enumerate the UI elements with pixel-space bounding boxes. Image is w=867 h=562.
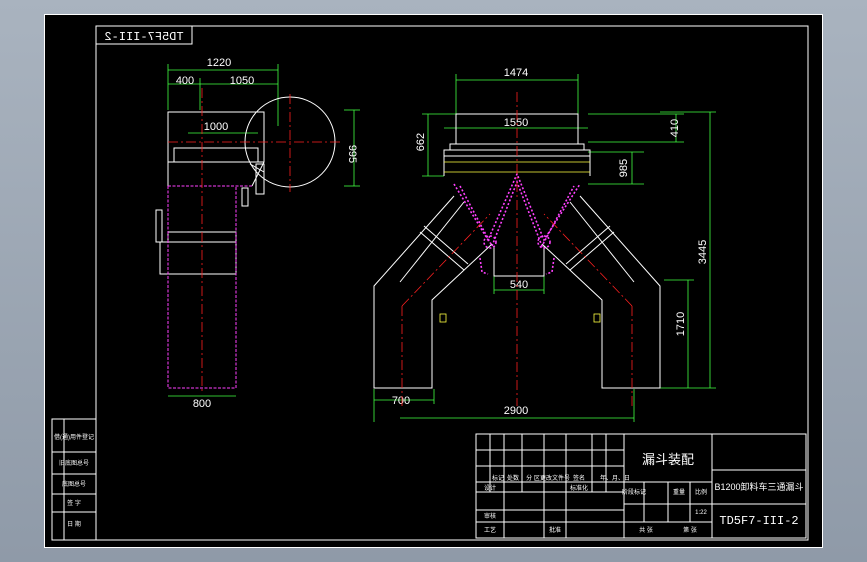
dim-800: 800 — [193, 398, 211, 410]
dim-1050: 1050 — [230, 75, 254, 87]
outer-border — [44, 14, 823, 548]
tb-approve: 批准 — [549, 526, 561, 534]
tb-standardize: 标准化 — [570, 484, 588, 492]
mirrored-drawing-number: TD5F7-III-2 — [104, 30, 183, 44]
tb-ratio: 比例 — [695, 488, 707, 496]
tb-sheets-total: 共 张 — [639, 526, 653, 534]
dim-410: 410 — [669, 119, 681, 137]
title-block: 标记 处数 分 区 更改文件号 签名 年、月、日 设计 标准化 审核 工艺 批准… — [475, 433, 807, 539]
drawing-canvas: TD5F7-III-2 借(通)用件登记 旧底图总号 底图总号 签 字 日 期 … — [44, 14, 823, 548]
tb-sheet-no: 第 张 — [683, 526, 697, 534]
tb-label-3: 更改文件号 — [540, 474, 570, 482]
dim-1220: 1220 — [207, 57, 231, 69]
tb-label-2: 分 区 — [526, 474, 540, 482]
dim-1550: 1550 — [504, 117, 528, 129]
side-view: 1220 400 1050 1000 995 800 — [155, 57, 360, 410]
tb-label-4: 签名 — [573, 474, 585, 482]
tb-process: 工艺 — [484, 526, 496, 534]
tb-stage-mark: 阶段标记 — [622, 488, 646, 496]
part-name: B1200卸料车三通漏斗 — [714, 481, 803, 492]
mirrored-number-box: TD5F7-III-2 — [95, 25, 193, 45]
dim-662: 662 — [415, 133, 427, 151]
left-strip: 借(通)用件登记 旧底图总号 底图总号 签 字 日 期 — [51, 418, 97, 541]
tb-weight: 重量 — [673, 488, 685, 496]
dim-700: 700 — [392, 395, 410, 407]
tb-label-0: 标记 — [492, 474, 504, 482]
dim-1474: 1474 — [504, 67, 528, 79]
strip-label-4: 日 期 — [67, 520, 81, 528]
tb-design: 设计 — [484, 484, 496, 492]
inner-frame — [95, 25, 809, 541]
tb-label-5: 年、月、日 — [600, 474, 630, 482]
dim-2900: 2900 — [504, 405, 528, 417]
dim-1000: 1000 — [204, 121, 228, 133]
strip-label-2: 底图总号 — [62, 480, 86, 488]
dim-3445: 3445 — [697, 240, 709, 264]
front-view: 1474 1550 662 410 985 3445 1710 540 700 … — [373, 67, 716, 422]
drawing-number: TD5F7-III-2 — [719, 514, 798, 528]
strip-label-1: 旧底图总号 — [59, 459, 89, 467]
dim-985: 985 — [618, 159, 630, 177]
assembly-title: 漏斗装配 — [642, 452, 694, 467]
cad-drawing: TD5F7-III-2 借(通)用件登记 旧底图总号 底图总号 签 字 日 期 … — [44, 14, 823, 548]
dim-400: 400 — [176, 75, 194, 87]
strip-label-0: 借(通)用件登记 — [54, 433, 94, 441]
tb-label-1: 处数 — [507, 474, 519, 482]
dim-995: 995 — [346, 145, 358, 163]
dim-540: 540 — [510, 279, 528, 291]
tb-review: 审核 — [484, 512, 496, 520]
tb-scale: 1:22 — [695, 510, 707, 516]
dim-1710: 1710 — [675, 312, 687, 336]
strip-label-3: 签 字 — [67, 499, 81, 507]
